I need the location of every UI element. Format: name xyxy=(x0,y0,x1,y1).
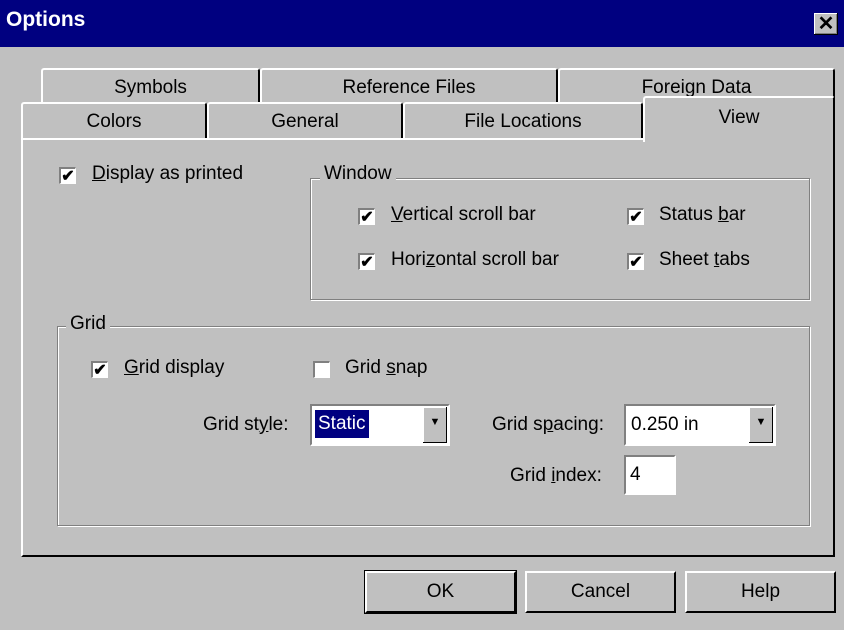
horizontal-scroll-bar-label[interactable]: Horizontal scroll bar xyxy=(391,249,559,271)
window-title: Options xyxy=(6,8,86,31)
display-as-printed-label[interactable]: Display as printed xyxy=(92,163,243,185)
horizontal-scroll-bar-checkbox[interactable]: ✔ xyxy=(358,253,375,271)
vertical-scroll-bar-checkbox[interactable]: ✔ xyxy=(358,208,375,226)
display-as-printed-checkbox[interactable]: ✔ xyxy=(59,167,76,185)
tab-general[interactable]: General xyxy=(207,102,403,140)
title-bar xyxy=(0,0,844,47)
grid-style-label: Grid style: xyxy=(203,414,289,435)
grid-index-label: Grid index: xyxy=(510,465,602,486)
grid-snap-label[interactable]: Grid snap xyxy=(345,357,427,379)
grid-spacing-select[interactable]: 0.250 in ▼ xyxy=(624,404,776,446)
grid-style-value: Static xyxy=(314,409,370,439)
tab-label: Foreign Data xyxy=(641,77,752,98)
active-tab-join xyxy=(645,138,833,142)
ok-button[interactable]: OK xyxy=(364,570,517,614)
tab-view[interactable]: View xyxy=(643,96,835,142)
tab-file-locations[interactable]: File Locations xyxy=(403,102,643,140)
tab-label: Symbols xyxy=(114,77,187,98)
grid-spacing-value: 0.250 in xyxy=(631,414,699,435)
sheet-tabs-checkbox[interactable]: ✔ xyxy=(627,253,644,271)
grid-group-title: Grid xyxy=(66,313,110,335)
tab-label: General xyxy=(271,111,339,132)
status-bar-label[interactable]: Status bar xyxy=(659,204,746,226)
status-bar-checkbox[interactable]: ✔ xyxy=(627,208,644,226)
close-icon[interactable]: ✕ xyxy=(814,13,838,35)
grid-style-select[interactable]: Static ▼ xyxy=(310,404,450,446)
cancel-button[interactable]: Cancel xyxy=(525,571,676,613)
grid-display-checkbox[interactable]: ✔ xyxy=(91,361,108,379)
tab-label: View xyxy=(718,107,760,128)
tab-label: File Locations xyxy=(464,111,582,132)
help-button[interactable]: Help xyxy=(685,571,836,613)
chevron-down-icon[interactable]: ▼ xyxy=(423,407,447,443)
sheet-tabs-label[interactable]: Sheet tabs xyxy=(659,249,750,271)
window-group-title: Window xyxy=(320,163,396,185)
tab-colors[interactable]: Colors xyxy=(21,102,207,140)
grid-snap-checkbox[interactable] xyxy=(313,361,330,378)
vertical-scroll-bar-label[interactable]: Vertical scroll bar xyxy=(391,204,536,226)
tab-label: Colors xyxy=(86,111,142,132)
grid-display-label[interactable]: Grid display xyxy=(124,357,224,379)
grid-spacing-label: Grid spacing: xyxy=(492,414,604,435)
window-group xyxy=(310,178,810,300)
grid-index-value: 4 xyxy=(630,464,641,485)
grid-index-input[interactable]: 4 xyxy=(624,455,676,495)
chevron-down-icon[interactable]: ▼ xyxy=(749,407,773,443)
tab-label: Reference Files xyxy=(342,77,476,98)
